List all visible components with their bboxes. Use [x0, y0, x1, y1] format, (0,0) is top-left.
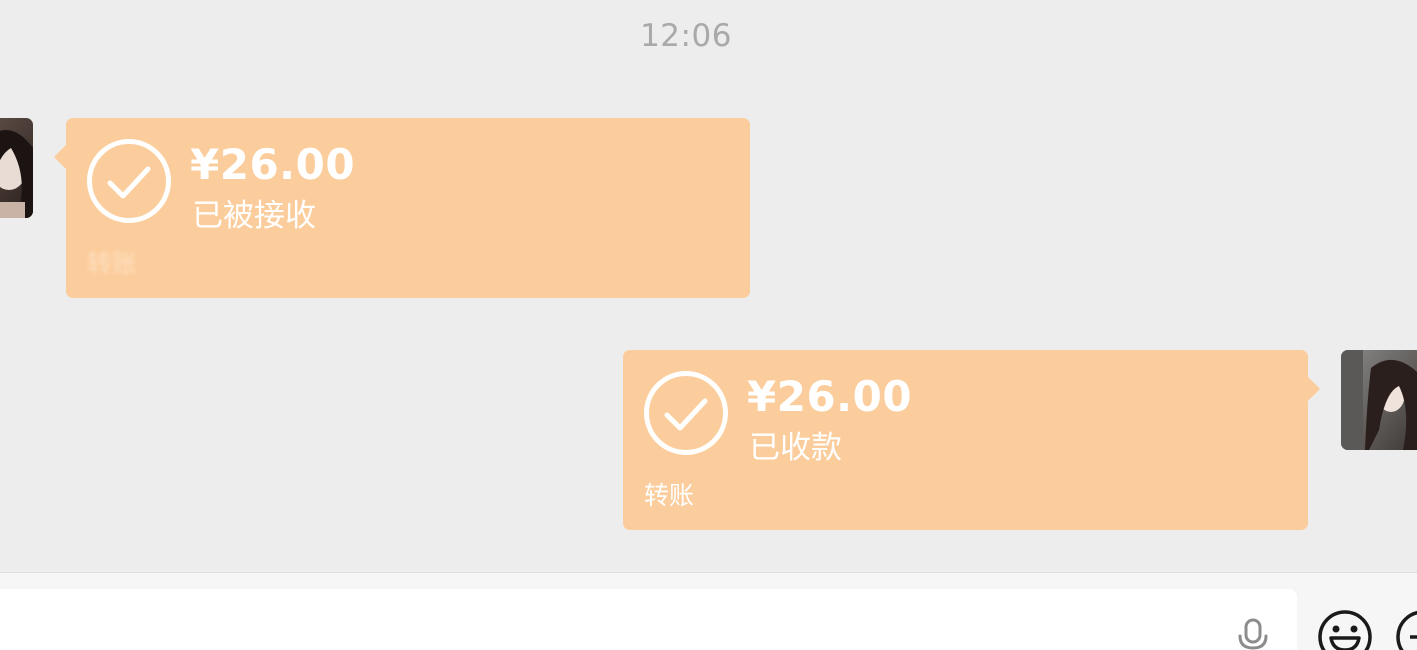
check-circle-icon: [87, 139, 171, 223]
message-input[interactable]: [0, 589, 1297, 650]
transfer-status: 已收款: [749, 430, 842, 466]
transfer-caption: 转账: [644, 481, 695, 510]
contact-avatar[interactable]: [0, 118, 33, 218]
message-timestamp: 12:06: [640, 18, 732, 54]
check-circle-icon: [644, 371, 728, 455]
transfer-message-sent[interactable]: ¥26.00 已收款 转账: [623, 350, 1320, 530]
emoji-icon[interactable]: [1317, 609, 1373, 650]
microphone-icon[interactable]: [1236, 618, 1270, 650]
transfer-amount: ¥26.00: [747, 372, 913, 421]
plus-icon[interactable]: [1396, 609, 1417, 650]
transfer-status: 已被接收: [192, 198, 316, 234]
chat-screen: 12:06 ¥26.00 已被接收 转账 ¥26.00 已收款 转账: [0, 0, 1417, 650]
transfer-caption: 转账: [87, 249, 138, 278]
transfer-message-received[interactable]: ¥26.00 已被接收 转账: [54, 118, 750, 298]
transfer-amount: ¥26.00: [190, 140, 356, 189]
my-avatar[interactable]: [1341, 350, 1417, 450]
input-bar: [0, 572, 1417, 650]
